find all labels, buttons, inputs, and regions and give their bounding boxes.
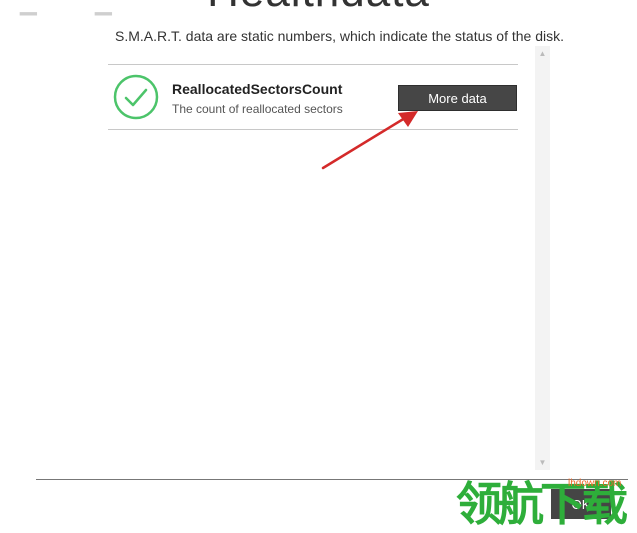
watermark-url: lhdown.com bbox=[568, 478, 622, 489]
smart-attribute-list: ReallocatedSectorsCount The count of rea… bbox=[108, 64, 518, 130]
scroll-up-icon[interactable]: ▲ bbox=[535, 46, 550, 61]
attribute-name: ReallocatedSectorsCount bbox=[172, 81, 343, 97]
check-circle-icon bbox=[113, 74, 159, 120]
dialog-subtitle: S.M.A.R.T. data are static numbers, whic… bbox=[115, 28, 564, 44]
divider bbox=[108, 129, 518, 130]
vertical-scrollbar[interactable]: ▲ ▼ bbox=[535, 46, 550, 470]
dialog-title: Healthdata bbox=[0, 0, 637, 14]
watermark-logo: 领航下载 lhdown.com bbox=[456, 474, 637, 533]
more-data-button[interactable]: More data bbox=[398, 85, 517, 111]
scroll-down-icon[interactable]: ▼ bbox=[535, 455, 550, 470]
list-item: ReallocatedSectorsCount The count of rea… bbox=[108, 65, 518, 129]
attribute-description: The count of reallocated sectors bbox=[172, 102, 343, 116]
